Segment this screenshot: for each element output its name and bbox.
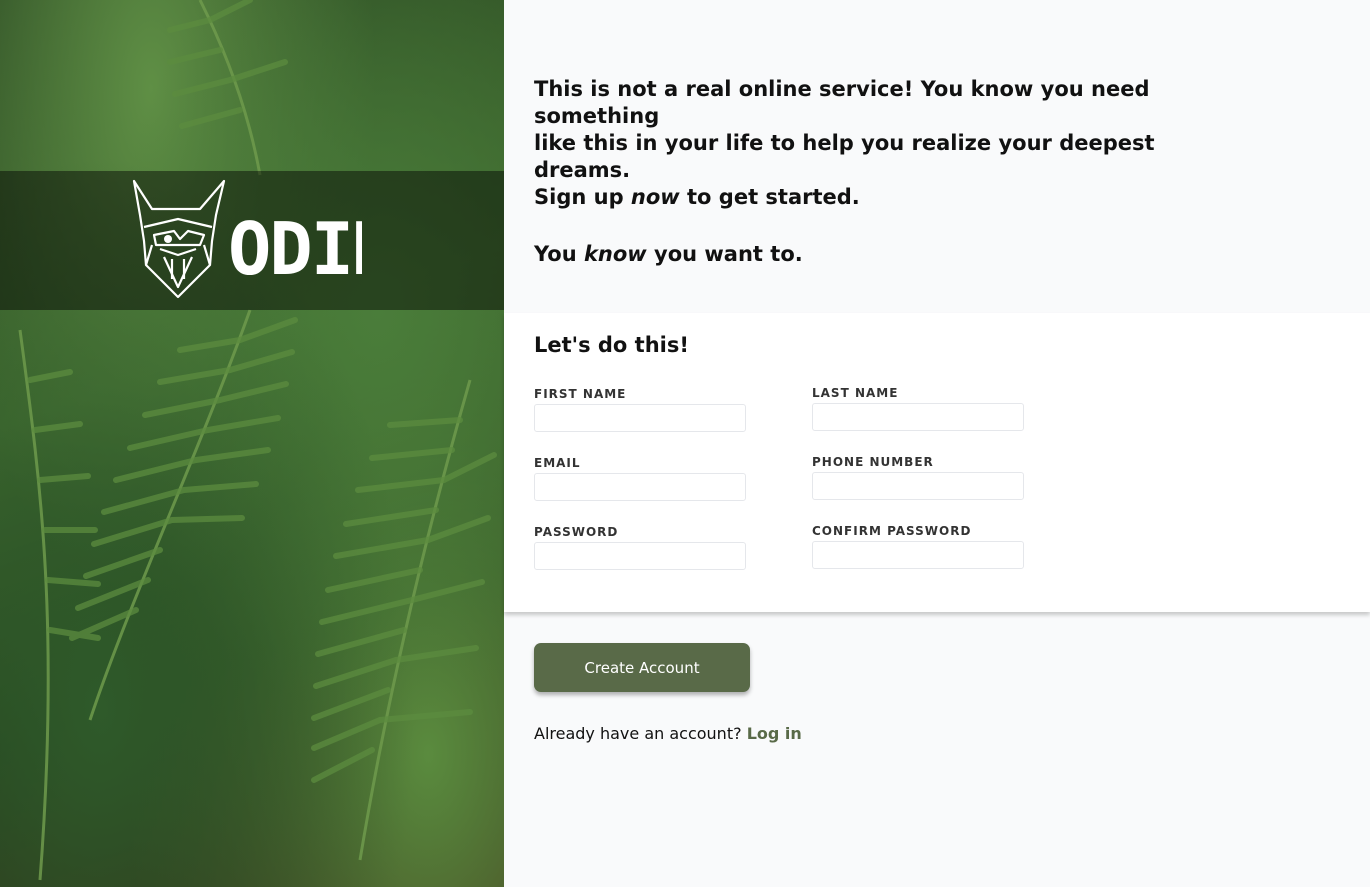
password-label: PASSWORD (534, 525, 619, 539)
signup-form: Let's do this! FIRST NAME LAST NAME EMAI… (504, 313, 1370, 612)
last-name-field-group: LAST NAME (812, 386, 1024, 431)
form-heading: Let's do this! (534, 333, 689, 357)
email-input[interactable] (534, 473, 746, 501)
phone-field-group: PHONE NUMBER (812, 455, 1024, 500)
intro-line-3: Sign up now to get started. (534, 185, 860, 209)
phone-input[interactable] (812, 472, 1024, 500)
last-name-input[interactable] (812, 403, 1024, 431)
confirm-password-field-group: CONFIRM PASSWORD (812, 524, 1024, 569)
logo-band: ODIN (0, 171, 504, 310)
password-field-group: PASSWORD (534, 525, 746, 570)
phone-label: PHONE NUMBER (812, 455, 934, 469)
password-input[interactable] (534, 542, 746, 570)
first-name-label: FIRST NAME (534, 387, 627, 401)
odin-logo-text: ODIN (228, 207, 362, 291)
intro-line-4: You know you want to. (534, 242, 803, 266)
first-name-input[interactable] (534, 404, 746, 432)
login-prompt: Already have an account? Log in (534, 724, 802, 743)
first-name-field-group: FIRST NAME (534, 387, 746, 432)
intro-line-2: like this in your life to help you reali… (534, 131, 1155, 182)
intro-text: This is not a real online service! You k… (534, 76, 1234, 268)
viking-head-icon (132, 179, 226, 299)
last-name-label: LAST NAME (812, 386, 899, 400)
odin-logo: ODIN (132, 179, 362, 299)
email-field-group: EMAIL (534, 456, 746, 501)
confirm-password-label: CONFIRM PASSWORD (812, 524, 972, 538)
hero-image-panel: ODIN (0, 0, 504, 887)
login-link[interactable]: Log in (747, 724, 802, 743)
intro-line-1: This is not a real online service! You k… (534, 77, 1150, 128)
create-account-button[interactable]: Create Account (534, 643, 750, 692)
email-label: EMAIL (534, 456, 581, 470)
fern-background (18, 0, 497, 881)
confirm-password-input[interactable] (812, 541, 1024, 569)
